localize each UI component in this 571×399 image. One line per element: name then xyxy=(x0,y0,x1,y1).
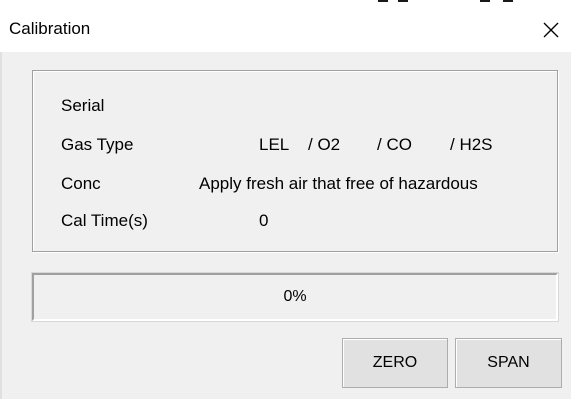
background-edge xyxy=(398,0,408,2)
cal-time-value: 0 xyxy=(259,211,269,230)
close-icon xyxy=(543,22,559,38)
span-button[interactable]: SPAN xyxy=(455,338,562,388)
gas-type-lel: LEL xyxy=(259,135,290,154)
zero-button[interactable]: ZERO xyxy=(342,338,448,388)
progress-percent-text: 0% xyxy=(283,288,307,305)
close-button[interactable] xyxy=(531,10,571,50)
gas-type-co: / CO xyxy=(377,135,412,154)
window-edge xyxy=(0,52,2,399)
background-edge xyxy=(378,0,388,2)
conc-value: Apply fresh air that free of hazardous xyxy=(199,174,478,193)
gas-type-label: Gas Type xyxy=(61,135,134,154)
gas-type-h2s: / H2S xyxy=(450,135,493,154)
background-edge xyxy=(503,0,513,2)
gas-type-o2: / O2 xyxy=(308,135,341,154)
calibration-progress-bar: 0% xyxy=(31,272,559,322)
conc-label: Conc xyxy=(61,174,101,193)
serial-label: Serial xyxy=(61,96,105,115)
cal-time-label: Cal Time(s) xyxy=(61,211,148,230)
title-bar[interactable]: Calibration xyxy=(0,0,571,52)
calibration-dialog: Calibration Serial Gas Type LEL / O2 / C… xyxy=(0,0,571,399)
window-title: Calibration xyxy=(9,19,91,38)
background-edge xyxy=(480,0,490,2)
